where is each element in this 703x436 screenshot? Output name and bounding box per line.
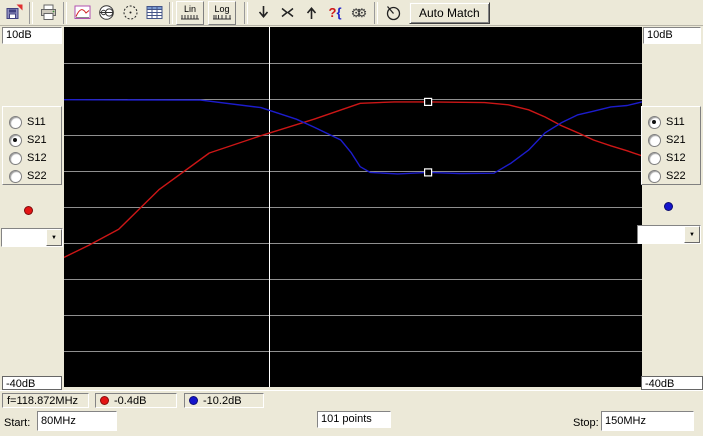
radio-s11-right[interactable]: S11 <box>648 113 700 131</box>
auto-match-label: Auto Match <box>419 6 480 20</box>
red-dot-icon <box>100 396 109 405</box>
chart-plot[interactable] <box>64 27 642 387</box>
stop-label: Stop: <box>573 417 599 429</box>
help-brace-icon: ?{ <box>328 6 341 19</box>
right-scale-top-field[interactable]: 10dB <box>643 27 701 44</box>
right-scale-bottom-field[interactable]: -40dB <box>641 376 703 390</box>
radio-circle-icon <box>9 134 22 147</box>
blue-trace-readout: -10.2dB <box>184 393 264 408</box>
toolbar-separator <box>374 2 378 24</box>
dropdown-value <box>639 227 683 242</box>
polar-plot-button[interactable] <box>118 1 142 25</box>
log-scale-icon <box>213 14 231 20</box>
match-button[interactable] <box>381 1 405 25</box>
sweep-down-icon <box>255 4 272 21</box>
radio-s22-left[interactable]: S22 <box>9 167 61 185</box>
smith-plot-button[interactable] <box>94 1 118 25</box>
toolbar: Lin Log <box>0 0 703 26</box>
red-trace-readout: -0.4dB <box>95 393 177 408</box>
log-scale-button[interactable]: Log <box>208 1 236 25</box>
lin-scale-button[interactable]: Lin <box>176 1 204 25</box>
frequency-readout: f=118.872MHz <box>2 393 89 408</box>
radio-label: S12 <box>666 152 686 164</box>
radio-s12-left[interactable]: S12 <box>9 149 61 167</box>
radio-circle-icon <box>9 152 22 165</box>
gears-icon: ⚙⚙ <box>351 6 368 20</box>
converge-button[interactable] <box>275 1 299 25</box>
radio-label: S22 <box>666 170 686 182</box>
table-button[interactable] <box>142 1 166 25</box>
radio-label: S21 <box>27 134 47 146</box>
radio-s21-left[interactable]: S21 <box>9 131 61 149</box>
stop-frequency-input[interactable]: 150MHz <box>601 411 694 431</box>
radio-circle-icon <box>9 170 22 183</box>
help-brace-button[interactable]: ?{ <box>323 1 347 25</box>
lin-scale-icon <box>181 14 199 20</box>
save-button[interactable] <box>2 1 26 25</box>
vna-app-window: Lin Log <box>0 0 703 436</box>
red-readout-text: -0.4dB <box>114 395 146 407</box>
settings-button[interactable]: ⚙⚙ <box>347 1 371 25</box>
lin-scale-label: Lin <box>184 5 196 14</box>
radio-circle-icon <box>648 170 661 183</box>
sweep-down-button[interactable] <box>251 1 275 25</box>
radio-circle-icon <box>648 116 661 129</box>
radio-circle-icon <box>648 152 661 165</box>
chevron-down-icon[interactable]: ▼ <box>684 226 700 243</box>
start-frequency-input[interactable]: 80MHz <box>37 411 117 431</box>
status-bar: f=118.872MHz -0.4dB -10.2dB ◄ ► <box>0 390 703 411</box>
radio-s12-right[interactable]: S12 <box>648 149 700 167</box>
converge-icon <box>279 4 296 21</box>
toolbar-separator <box>169 2 173 24</box>
right-sparam-group: S11 S21 S12 S22 <box>641 106 701 185</box>
start-label: Start: <box>4 417 30 429</box>
rect-plot-button[interactable] <box>70 1 94 25</box>
save-icon <box>6 4 23 21</box>
toolbar-separator <box>63 2 67 24</box>
print-button[interactable] <box>36 1 60 25</box>
toolbar-separator <box>244 2 248 24</box>
left-trace-dropdown[interactable]: ▼ <box>1 228 63 247</box>
sweep-up-icon <box>303 4 320 21</box>
rect-plot-icon <box>74 4 91 21</box>
blue-trace-dot-icon <box>664 202 673 211</box>
radio-s11-left[interactable]: S11 <box>9 113 61 131</box>
polar-plot-icon <box>122 4 139 21</box>
blue-readout-text: -10.2dB <box>203 395 242 407</box>
table-icon <box>146 4 163 21</box>
radio-label: S11 <box>27 116 46 128</box>
left-sparam-group: S11 S21 S12 S22 <box>2 106 62 185</box>
left-scale-top-field[interactable]: 10dB <box>2 27 62 44</box>
radio-s22-right[interactable]: S22 <box>648 167 700 185</box>
log-scale-label: Log <box>214 5 229 14</box>
blue-dot-icon <box>189 396 198 405</box>
radio-label: S21 <box>666 134 686 146</box>
radio-s21-right[interactable]: S21 <box>648 131 700 149</box>
radio-circle-icon <box>648 134 661 147</box>
frequency-readout-text: f=118.872MHz <box>7 395 78 407</box>
points-field[interactable]: 101 points <box>317 411 391 428</box>
left-scale-bottom-field[interactable]: -40dB <box>2 376 62 390</box>
auto-match-button[interactable]: Auto Match <box>409 2 490 24</box>
smith-plot-icon <box>98 4 115 21</box>
print-icon <box>40 4 57 21</box>
chevron-down-icon[interactable]: ▼ <box>46 229 62 246</box>
radio-label: S12 <box>27 152 47 164</box>
radio-label: S11 <box>666 116 685 128</box>
red-trace-dot-icon <box>24 206 33 215</box>
match-circle-icon <box>385 4 402 21</box>
radio-label: S22 <box>27 170 47 182</box>
radio-circle-icon <box>9 116 22 129</box>
sweep-up-button[interactable] <box>299 1 323 25</box>
toolbar-separator <box>29 2 33 24</box>
right-trace-dropdown[interactable]: ▼ <box>637 225 701 244</box>
dropdown-value <box>3 230 45 245</box>
